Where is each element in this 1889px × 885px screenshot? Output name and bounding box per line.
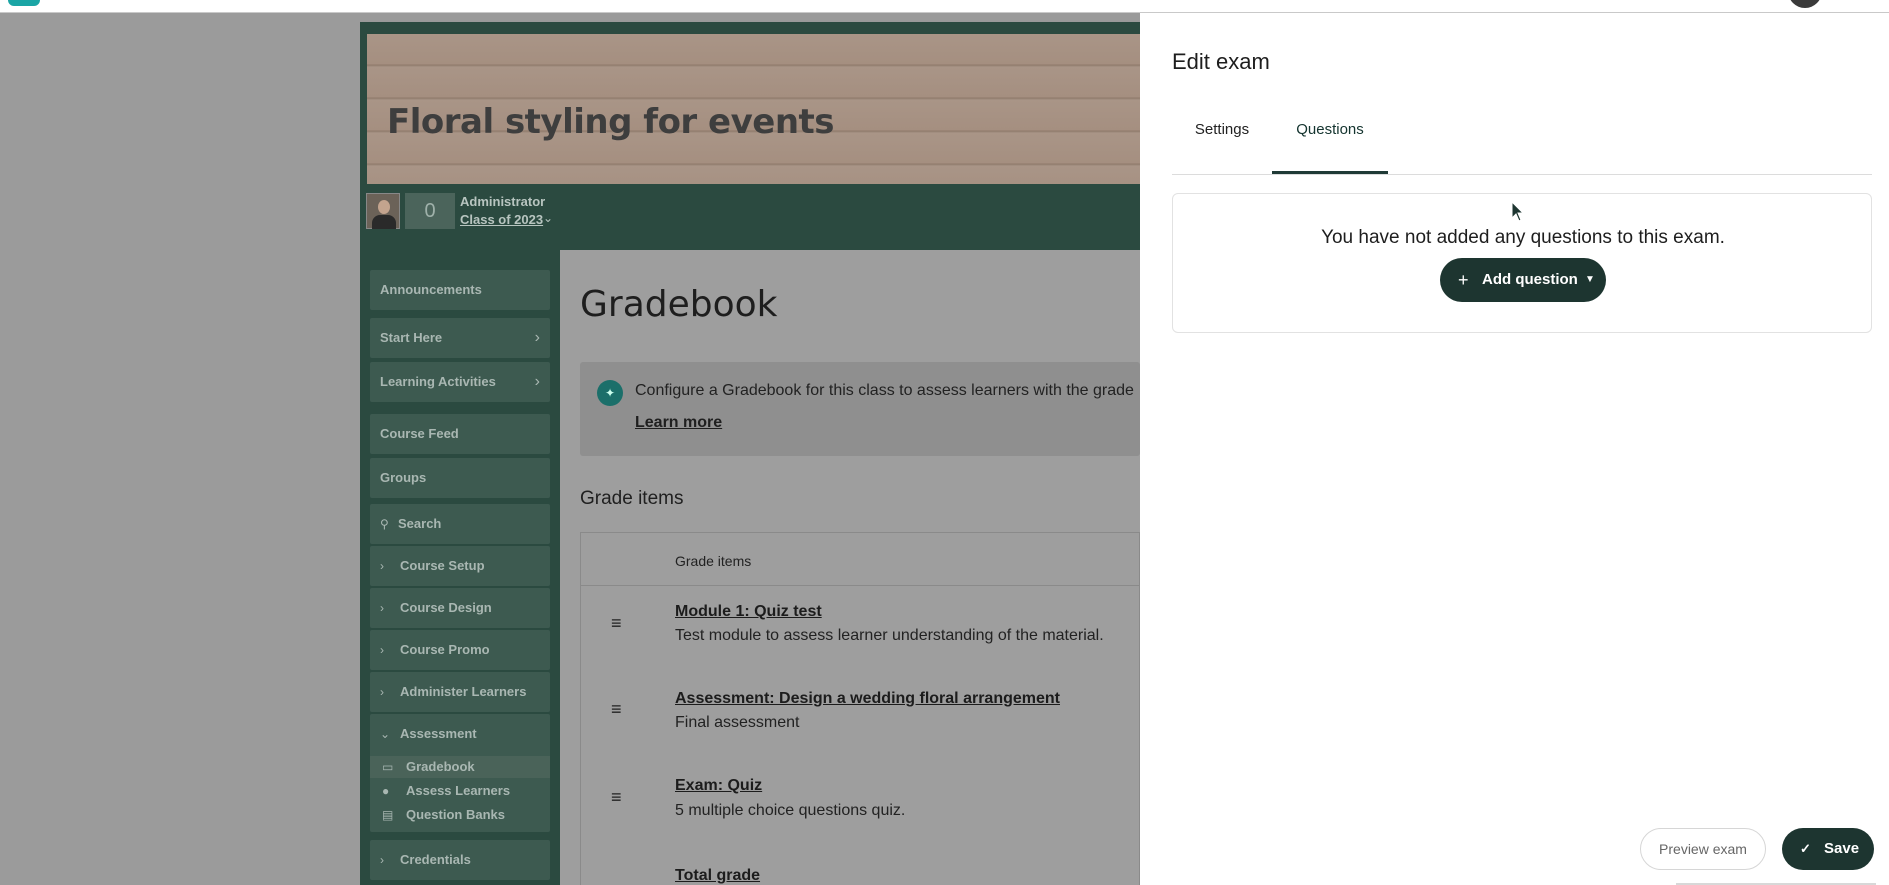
sidebar-item-label: Question Banks xyxy=(406,807,505,822)
book-icon: ▭ xyxy=(382,760,394,774)
chevron-right-icon: › xyxy=(380,685,384,699)
app-logo-icon[interactable] xyxy=(8,0,40,6)
chevron-right-icon: › xyxy=(380,853,384,867)
mouse-cursor-icon xyxy=(1511,201,1525,222)
user-bar: 0 Administrator Class of 2023 ⌄ xyxy=(360,188,1140,240)
sidebar-item-announcements[interactable]: Announcements xyxy=(370,270,550,310)
sidebar-item-label: Groups xyxy=(380,470,427,485)
sidebar-subitem-gradebook[interactable]: ▭ Gradebook xyxy=(370,756,550,778)
profile-avatar[interactable] xyxy=(1788,0,1822,8)
people-icon: ● xyxy=(382,784,390,798)
chevron-down-icon[interactable]: ⌄ xyxy=(543,211,553,225)
check-icon: ✓ xyxy=(1800,841,1811,856)
sidebar-item-groups[interactable]: Groups xyxy=(370,458,550,498)
preview-exam-button[interactable]: Preview exam xyxy=(1640,828,1766,870)
user-role: Administrator xyxy=(460,194,546,209)
drag-handle-icon[interactable]: ≡ xyxy=(611,787,622,808)
sidebar-item-search[interactable]: ⚲ Search xyxy=(370,504,550,544)
course-frame: Floral styling for events 0 Administrato… xyxy=(360,22,1140,885)
chevron-right-icon: › xyxy=(380,559,384,573)
sidebar-item-learning-activities[interactable]: Learning Activities › xyxy=(370,362,550,402)
save-button[interactable]: ✓ Save xyxy=(1782,828,1874,870)
sidebar-item-administer-learners[interactable]: › Administer Learners xyxy=(370,672,550,712)
grade-item-title[interactable]: Assessment: Design a wedding floral arra… xyxy=(675,690,1060,708)
points-badge: 0 xyxy=(405,193,455,229)
sidebar-subitem-assess-learners[interactable]: ● Assess Learners xyxy=(370,780,550,802)
chevron-down-icon: ⌄ xyxy=(380,727,391,741)
info-callout: ✦ Configure a Gradebook for this class t… xyxy=(580,362,1140,456)
sidebar-item-label: Search xyxy=(398,516,442,531)
learn-more-link[interactable]: Learn more xyxy=(635,414,722,432)
save-label: Save xyxy=(1824,840,1860,857)
sidebar-item-course-setup[interactable]: › Course Setup xyxy=(370,546,550,586)
course-sidebar: Announcements Start Here › Learning Acti… xyxy=(360,240,560,885)
bank-icon: ▤ xyxy=(382,808,394,822)
chevron-right-icon: › xyxy=(380,601,384,615)
sidebar-item-credentials[interactable]: › Credentials xyxy=(370,840,550,880)
caret-down-icon: ▼ xyxy=(1585,274,1595,285)
empty-message: You have not added any questions to this… xyxy=(1321,227,1725,248)
edit-exam-panel: Edit exam Settings Questions You have no… xyxy=(1140,13,1889,885)
callout-text: Configure a Gradebook for this class to … xyxy=(635,382,1134,399)
sidebar-item-label: Assess Learners xyxy=(406,783,511,798)
sidebar-item-label: Assessment xyxy=(400,726,477,741)
sidebar-item-label: Start Here xyxy=(380,330,443,345)
divider xyxy=(581,585,1140,586)
grade-item-desc: Final assessment xyxy=(675,714,800,731)
grade-item-title[interactable]: Module 1: Quiz test xyxy=(675,603,822,621)
grade-items-heading: Grade items xyxy=(580,488,684,509)
sidebar-item-course-feed[interactable]: Course Feed xyxy=(370,414,550,454)
sidebar-item-label: Course Design xyxy=(400,600,492,615)
grade-items-table: Grade items ≡ Module 1: Quiz test Test m… xyxy=(580,532,1140,885)
sidebar-item-label: Learning Activities xyxy=(380,374,496,389)
tab-bar: Settings Questions xyxy=(1172,109,1872,175)
lightbulb-icon: ✦ xyxy=(597,380,623,406)
chevron-right-icon: › xyxy=(534,329,540,346)
drag-handle-icon[interactable]: ≡ xyxy=(611,613,622,634)
add-question-label: Add question xyxy=(1482,271,1578,288)
sidebar-item-label: Course Promo xyxy=(400,642,490,657)
sidebar-item-label: Announcements xyxy=(380,282,482,297)
top-bar xyxy=(0,0,1889,13)
sidebar-subitem-question-banks[interactable]: ▤ Question Banks xyxy=(370,804,550,826)
add-question-button[interactable]: + Add question ▼ xyxy=(1440,258,1606,302)
plus-icon: + xyxy=(1458,270,1469,290)
grade-item-desc: Test module to assess learner understand… xyxy=(675,627,1104,644)
drag-handle-icon[interactable]: ≡ xyxy=(611,699,622,720)
tab-questions[interactable]: Questions xyxy=(1272,109,1388,174)
grade-item-desc: 5 multiple choice questions quiz. xyxy=(675,802,906,819)
class-selector[interactable]: Class of 2023 xyxy=(460,212,543,227)
panel-title: Edit exam xyxy=(1172,49,1270,74)
gradebook-content: Gradebook ✦ Configure a Gradebook for th… xyxy=(560,250,1140,885)
course-banner: Floral styling for events xyxy=(367,34,1140,184)
chevron-right-icon: › xyxy=(380,643,384,657)
sidebar-item-label: Administer Learners xyxy=(400,684,527,699)
chevron-right-icon: › xyxy=(534,373,540,390)
table-header: Grade items xyxy=(675,553,752,569)
sidebar-item-label: Course Feed xyxy=(380,426,459,441)
sidebar-item-label: Gradebook xyxy=(406,759,475,774)
grade-item-title[interactable]: Total grade xyxy=(675,867,760,885)
sidebar-item-course-design[interactable]: › Course Design xyxy=(370,588,550,628)
course-title: Floral styling for events xyxy=(387,102,835,142)
search-icon: ⚲ xyxy=(380,517,389,531)
grade-item-title[interactable]: Exam: Quiz xyxy=(675,777,762,795)
user-avatar[interactable] xyxy=(366,193,400,229)
tab-settings[interactable]: Settings xyxy=(1172,109,1272,174)
sidebar-item-label: Credentials xyxy=(400,852,471,867)
dimmed-background xyxy=(0,13,360,885)
sidebar-item-start-here[interactable]: Start Here › xyxy=(370,318,550,358)
sidebar-item-label: Course Setup xyxy=(400,558,485,573)
page-title: Gradebook xyxy=(580,284,778,325)
sidebar-item-course-promo[interactable]: › Course Promo xyxy=(370,630,550,670)
